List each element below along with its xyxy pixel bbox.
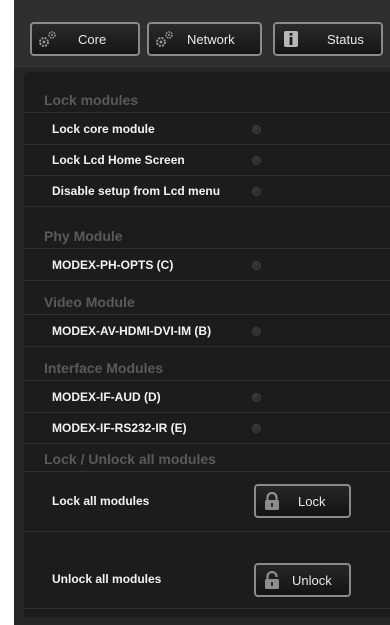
- toggle-led[interactable]: [252, 187, 261, 196]
- toggle-led[interactable]: [252, 156, 261, 165]
- lock-all-row: Lock all modules Lock: [24, 473, 390, 532]
- toggle-row-disable-setup: Disable setup from Lcd menu: [24, 176, 390, 207]
- tab-status[interactable]: Status: [273, 22, 383, 56]
- tab-status-label: Status: [327, 32, 364, 47]
- section-title: Lock modules: [44, 92, 139, 108]
- lock-open-icon: [263, 570, 281, 590]
- lock-closed-icon: [263, 491, 281, 511]
- section-interface-modules: Interface Modules: [24, 358, 390, 381]
- section-lock-unlock-all: Lock / Unlock all modules: [24, 449, 390, 472]
- toggle-led[interactable]: [252, 424, 261, 433]
- modules-panel: Lock modules Lock core module Lock Lcd H…: [24, 72, 390, 617]
- section-title: Video Module: [44, 294, 135, 310]
- section-title: Interface Modules: [44, 360, 164, 376]
- row-label: Lock Lcd Home Screen: [52, 153, 185, 167]
- section-title: Phy Module: [44, 228, 123, 244]
- toggle-row-lock-lcd-home: Lock Lcd Home Screen: [24, 145, 390, 176]
- toggle-row-video: MODEX-AV-HDMI-DVI-IM (B): [24, 316, 390, 347]
- gears-icon: [38, 30, 58, 48]
- gears-icon: [155, 30, 175, 48]
- section-lock-modules: Lock modules: [24, 90, 390, 113]
- section-video-module: Video Module: [24, 292, 390, 315]
- toggle-row-if-rs232: MODEX-IF-RS232-IR (E): [24, 413, 390, 444]
- unlock-all-label: Unlock all modules: [52, 572, 162, 586]
- section-phy-module: Phy Module: [24, 226, 390, 249]
- row-label: MODEX-IF-AUD (D): [52, 390, 161, 404]
- section-title: Lock / Unlock all modules: [44, 451, 216, 467]
- tab-bar: Core Network Status: [14, 0, 390, 67]
- info-icon: [281, 30, 301, 48]
- tab-core[interactable]: Core: [30, 22, 140, 56]
- unlock-button-label: Unlock: [292, 573, 332, 588]
- toggle-row-lock-core: Lock core module: [24, 114, 390, 145]
- row-label: Disable setup from Lcd menu: [52, 184, 221, 198]
- toggle-led[interactable]: [252, 393, 261, 402]
- app-frame: Core Network Status Lock modules Lock co…: [14, 0, 390, 625]
- lock-button[interactable]: Lock: [254, 484, 351, 518]
- tab-network[interactable]: Network: [147, 22, 262, 56]
- unlock-button[interactable]: Unlock: [254, 563, 351, 597]
- tab-network-label: Network: [187, 32, 235, 47]
- lock-all-label: Lock all modules: [52, 494, 150, 508]
- toggle-row-phy: MODEX-PH-OPTS (C): [24, 250, 390, 281]
- tab-core-label: Core: [78, 32, 107, 47]
- row-label: MODEX-IF-RS232-IR (E): [52, 421, 187, 435]
- row-label: MODEX-PH-OPTS (C): [52, 258, 174, 272]
- row-label: Lock core module: [52, 122, 155, 136]
- toggle-row-if-aud: MODEX-IF-AUD (D): [24, 382, 390, 413]
- lock-button-label: Lock: [298, 494, 326, 509]
- toggle-led[interactable]: [252, 125, 261, 134]
- unlock-all-row: Unlock all modules Unlock: [24, 548, 390, 609]
- toggle-led[interactable]: [252, 261, 261, 270]
- row-label: MODEX-AV-HDMI-DVI-IM (B): [52, 324, 212, 338]
- toggle-led[interactable]: [252, 327, 261, 336]
